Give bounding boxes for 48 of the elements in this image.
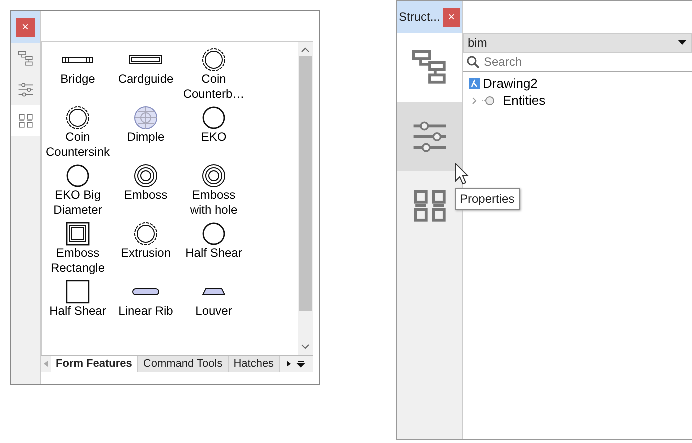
gallery-item[interactable]: Emboss Rectangle [44,222,112,276]
tooltip: Properties [455,188,520,210]
slot-part-icon [62,56,94,64]
gallery-item[interactable]: Linear Rib [112,280,180,319]
trapezoid-icon [202,288,226,296]
tab-menu-icon[interactable] [296,359,306,369]
gallery-item[interactable]: Coin Countersink [44,106,112,160]
panel-title: Struct... [399,9,440,26]
gallery-item[interactable]: Half Shear [44,280,112,319]
gallery-item[interactable]: Emboss with hole [180,164,248,218]
filter-dropdown[interactable]: bim [463,33,692,53]
tab[interactable]: Command Tools [138,356,229,372]
sidebar-tab[interactable] [11,105,40,136]
scrollbar-thumb[interactable] [299,56,312,311]
gallery-item[interactable]: Louver [180,280,248,319]
gallery-item[interactable]: EKO [180,106,248,160]
gallery-item[interactable]: Coin Counterb… [180,48,248,102]
sidebar-tab[interactable] [397,33,462,102]
mouse-cursor-icon [455,163,469,185]
sliders-icon [18,82,34,98]
tree-item[interactable]: Drawing2 [469,75,686,92]
tree-structure-icon [412,50,448,86]
sidebar-tab[interactable] [397,102,462,171]
circle-icon [482,96,496,106]
sliders-icon [412,118,448,154]
close-button[interactable]: × [16,18,35,36]
gallery-item[interactable]: Dimple [112,106,180,160]
gallery-item[interactable]: Half Shear [180,222,248,276]
gallery-item[interactable]: Extrusion [112,222,180,276]
gallery-item[interactable]: Cardguide [112,48,180,102]
close-button[interactable]: × [443,8,460,26]
scroll-down-icon[interactable] [301,344,310,350]
tree-structure-icon [18,50,34,66]
bar-part-icon [129,55,163,65]
grid-icon [412,188,448,224]
scroll-up-icon[interactable] [301,47,310,53]
tab[interactable]: Form Features [51,356,138,372]
search-icon [467,56,480,68]
document-icon [469,78,480,89]
gallery-item[interactable]: Bridge [44,48,112,102]
gallery-item[interactable]: EKO Big Diameter [44,164,112,218]
tree-item[interactable]: Entities [469,92,686,109]
rounded-bar-icon [132,288,160,296]
expander-icon[interactable] [471,96,479,104]
caret-icon [678,40,687,46]
gallery-item[interactable]: Emboss [112,164,180,218]
tab[interactable]: Hatches [228,356,280,372]
grid-icon [18,112,34,128]
